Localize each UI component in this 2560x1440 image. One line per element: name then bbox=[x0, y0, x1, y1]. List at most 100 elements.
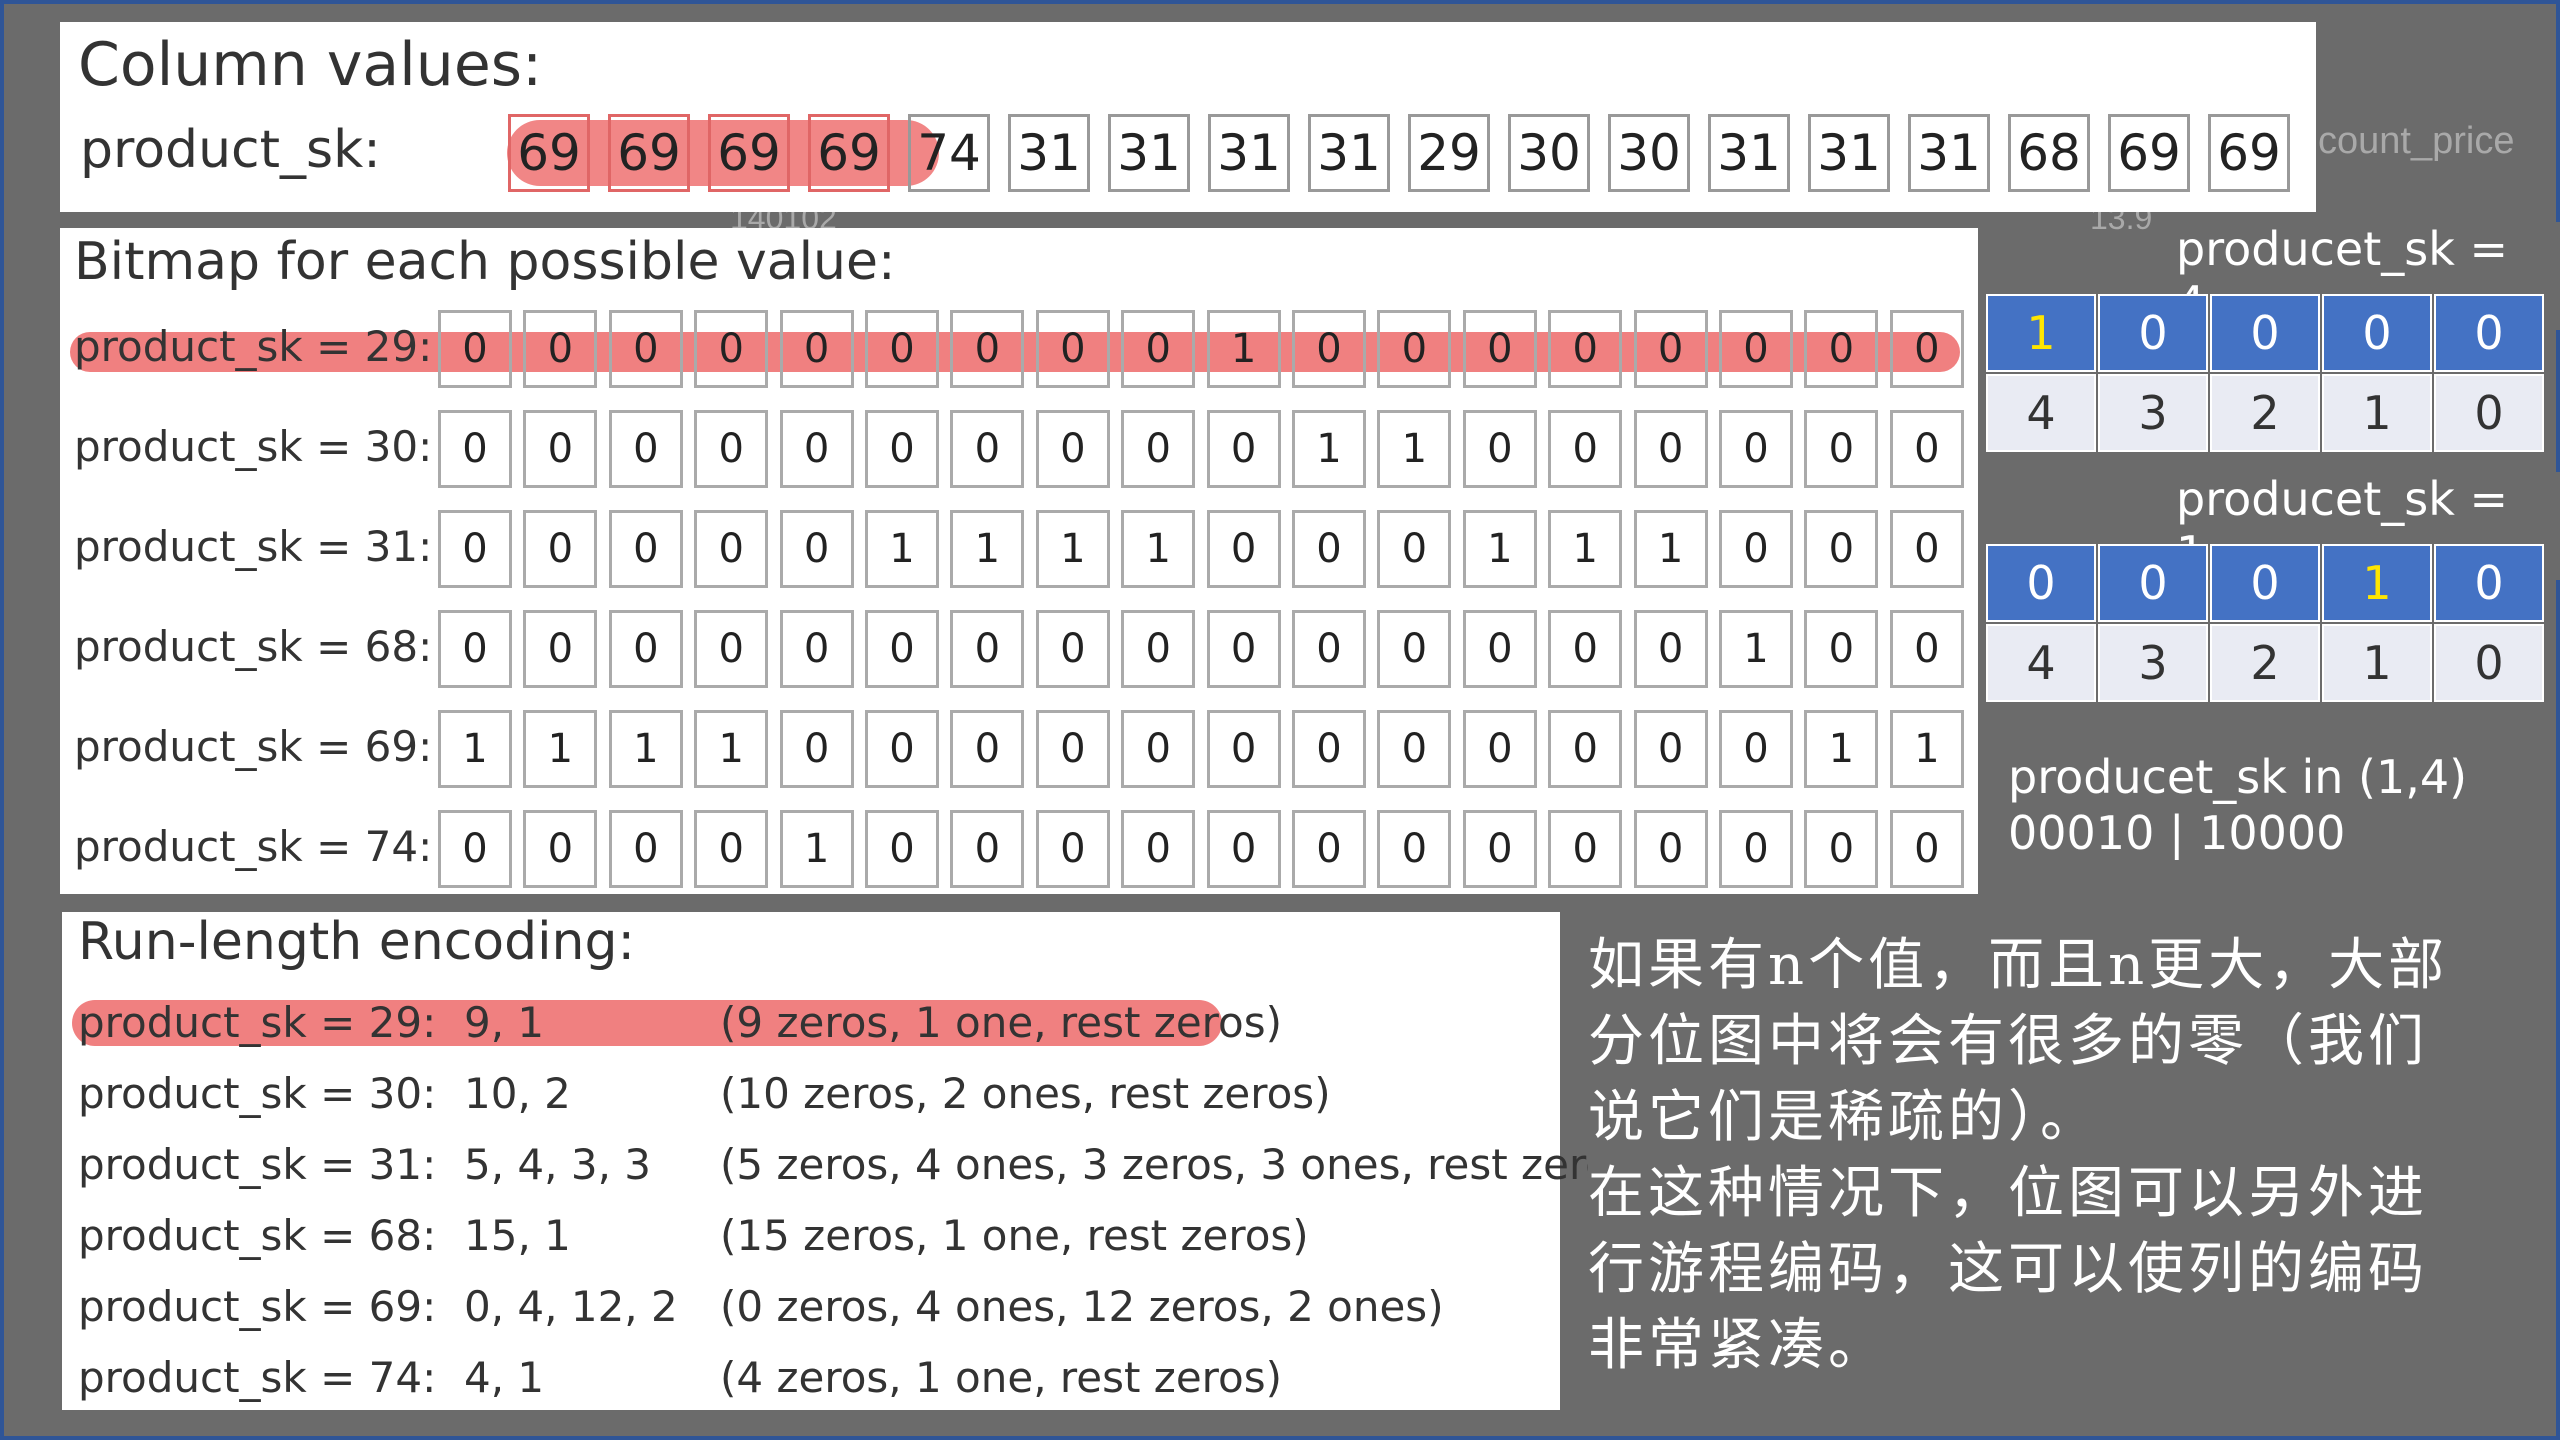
bitmap-bit-cell: 1 bbox=[1719, 610, 1793, 688]
mini-table-position-cell: 4 bbox=[1986, 624, 2096, 702]
bitmap-bit-cell: 0 bbox=[1035, 410, 1110, 488]
bitmap-bit-cell: 0 bbox=[1804, 410, 1879, 488]
bitmap-bit-cell: 0 bbox=[694, 410, 769, 488]
bitmap-bit-cell: 0 bbox=[523, 510, 598, 588]
bitmap-bit-cell: 0 bbox=[608, 410, 683, 488]
rle-code: 15, 1 bbox=[464, 1211, 571, 1260]
bitmap-bit-cell: 0 bbox=[1206, 610, 1281, 688]
bitmap-bit-cell: 0 bbox=[694, 810, 769, 888]
column-value-cell: 31 bbox=[1008, 114, 1090, 192]
bitmap-bit-cell: 1 bbox=[694, 710, 769, 788]
bitmap-bit-cell: 0 bbox=[438, 510, 512, 588]
bitmap-bit-cell: 0 bbox=[1804, 610, 1879, 688]
bitmap-bit-cell: 0 bbox=[1633, 710, 1708, 788]
rle-panel: Run-length encoding: product_sk = 29: 9, … bbox=[62, 912, 1649, 1411]
bitmap-bit-cell: 0 bbox=[1377, 510, 1452, 588]
mini-table-position-cell: 3 bbox=[2098, 374, 2208, 452]
bitmap-bit-cell: 0 bbox=[608, 510, 683, 588]
explanation-note: 如果有n个值，而且n更大，大部 分位图中将会有很多的零（我们 说它们是稀疏的）。 在这… bbox=[1588, 928, 2518, 1408]
bitmap-bit-cell: 1 bbox=[1804, 710, 1879, 788]
column-value-cell: 31 bbox=[1308, 114, 1390, 192]
bitmap-bit-cell: 0 bbox=[608, 810, 683, 888]
rle-row: product_sk = 69: 0, 4, 12, 2 (0 zeros, 4 o… bbox=[62, 1274, 1560, 1340]
bitmap-bit-cell: 1 bbox=[1292, 410, 1366, 488]
bitmap-bit-cell: 0 bbox=[950, 710, 1025, 788]
bitmap-bit-cell: 0 bbox=[1377, 810, 1452, 888]
bitmap-bit-cell: 1 bbox=[1548, 510, 1623, 588]
bitmap-bit-cell: 0 bbox=[1804, 310, 1879, 388]
bitmap-bit-cell: 1 bbox=[1121, 510, 1196, 588]
bitmap-bit-cell: 0 bbox=[1889, 610, 1964, 688]
bitmap-bit-cell: 0 bbox=[1804, 510, 1879, 588]
bitmap-bit-cell: 0 bbox=[1121, 410, 1196, 488]
bitmap-bit-cell: 0 bbox=[1121, 310, 1196, 388]
bitmap-bit-cell: 0 bbox=[1719, 410, 1793, 488]
bitmap-bit-cell: 0 bbox=[865, 610, 939, 688]
bitmap-bit-cell: 0 bbox=[779, 610, 854, 688]
mini-table-bit-cell: 0 bbox=[2098, 544, 2208, 622]
rle-description: (9 zeros, 1 one, rest zeros) bbox=[720, 998, 1282, 1047]
note-line: 分位图中将会有很多的零（我们 bbox=[1588, 1009, 2428, 1074]
mini-table-positions-row: 43210 bbox=[1986, 624, 2546, 706]
column-values-row-label: product_sk: bbox=[80, 120, 381, 180]
bitmap-bit-cell: 0 bbox=[1206, 810, 1281, 888]
bitmap-bit-cell: 0 bbox=[865, 810, 939, 888]
bitmap-row-label: product_sk = 30: bbox=[74, 422, 433, 471]
rle-label: product_sk = 69: bbox=[78, 1282, 437, 1331]
bitmap-bit-cell: 0 bbox=[523, 610, 598, 688]
column-value-cell: 31 bbox=[1808, 114, 1890, 192]
bitmap-bit-cell: 1 bbox=[950, 510, 1025, 588]
bitmap-bit-cell: 0 bbox=[1633, 610, 1708, 688]
mini-table-bits-row: 00010 bbox=[1986, 544, 2546, 626]
bitmap-bit-cell: 0 bbox=[1719, 510, 1793, 588]
bitmap-bit-cell: 1 bbox=[1035, 510, 1110, 588]
bitmap-bit-cell: 0 bbox=[1292, 510, 1366, 588]
note-line: 如果有n个值，而且n更大，大部 bbox=[1588, 933, 2449, 998]
bitmap-bit-cell: 0 bbox=[779, 510, 854, 588]
column-value-cell: 69 bbox=[2108, 114, 2190, 192]
background-column-header: count_price bbox=[2318, 120, 2515, 162]
bitmap-bit-cell: 0 bbox=[1633, 810, 1708, 888]
bitmap-bit-cell: 0 bbox=[1292, 610, 1366, 688]
bitmap-bit-cell: 0 bbox=[1633, 410, 1708, 488]
column-value-cell: 31 bbox=[1708, 114, 1790, 192]
mini-table-bit-cell: 1 bbox=[2322, 544, 2432, 622]
bitmap-bit-cell: 1 bbox=[1377, 410, 1452, 488]
column-value-cell: 30 bbox=[1608, 114, 1690, 192]
bitmap-bit-cell: 0 bbox=[1121, 810, 1196, 888]
bitmap-bit-cell: 0 bbox=[1121, 610, 1196, 688]
bitmap-bit-cell: 0 bbox=[1292, 310, 1366, 388]
rle-label: product_sk = 68: bbox=[78, 1211, 437, 1260]
bitmap-bit-cell: 0 bbox=[1035, 810, 1110, 888]
bitmap-bit-cell: 0 bbox=[1633, 310, 1708, 388]
bitmap-bit-cell: 0 bbox=[1035, 610, 1110, 688]
rle-title: Run-length encoding: bbox=[78, 912, 636, 972]
mini-table-bit-cell: 0 bbox=[2434, 544, 2544, 622]
bitmap-bit-cell: 1 bbox=[438, 710, 512, 788]
note-line: 行游程编码，这可以使列的编码 bbox=[1588, 1237, 2428, 1302]
bitmap-bit-cell: 0 bbox=[1462, 610, 1537, 688]
rle-code: 4, 1 bbox=[464, 1353, 545, 1402]
bitmap-row: product_sk = 30: 0 0 0 0 0 0 0 0 0 0 1 1 0 0 0 0 0 0 bbox=[60, 410, 1978, 490]
mini-table-position-cell: 0 bbox=[2434, 374, 2544, 452]
mini-table-bit-cell: 0 bbox=[1986, 544, 2096, 622]
bitmap-bit-cell: 0 bbox=[779, 410, 854, 488]
bitmap-bit-cell: 0 bbox=[1548, 710, 1623, 788]
bitmap-bit-cell: 0 bbox=[694, 310, 769, 388]
column-value-cell: 30 bbox=[1508, 114, 1590, 192]
bitmap-bit-cell: 0 bbox=[1462, 710, 1537, 788]
bitmap-bit-cell: 0 bbox=[694, 610, 769, 688]
bitmap-bit-cell: 0 bbox=[865, 710, 939, 788]
bitmap-bit-cell: 1 bbox=[1206, 310, 1281, 388]
rle-row: product_sk = 74: 4, 1 (4 zeros, 1 one, res… bbox=[62, 1345, 1560, 1411]
bitmap-bit-cell: 0 bbox=[950, 810, 1025, 888]
bitmap-bit-cell: 0 bbox=[1377, 610, 1452, 688]
bitmap-row: product_sk = 69: 1 1 1 1 0 0 0 0 0 0 0 0 0 0 0 0 1 1 bbox=[60, 710, 1978, 790]
bitmap-bit-cell: 0 bbox=[438, 310, 512, 388]
rle-label: product_sk = 31: bbox=[78, 1140, 437, 1189]
rle-label: product_sk = 74: bbox=[78, 1353, 437, 1402]
bitmap-bit-cell: 0 bbox=[865, 410, 939, 488]
rle-description: (0 zeros, 4 ones, 12 zeros, 2 ones) bbox=[720, 1282, 1444, 1331]
bitmap-bit-cell: 0 bbox=[608, 610, 683, 688]
bitmap-bit-cell: 0 bbox=[1292, 710, 1366, 788]
